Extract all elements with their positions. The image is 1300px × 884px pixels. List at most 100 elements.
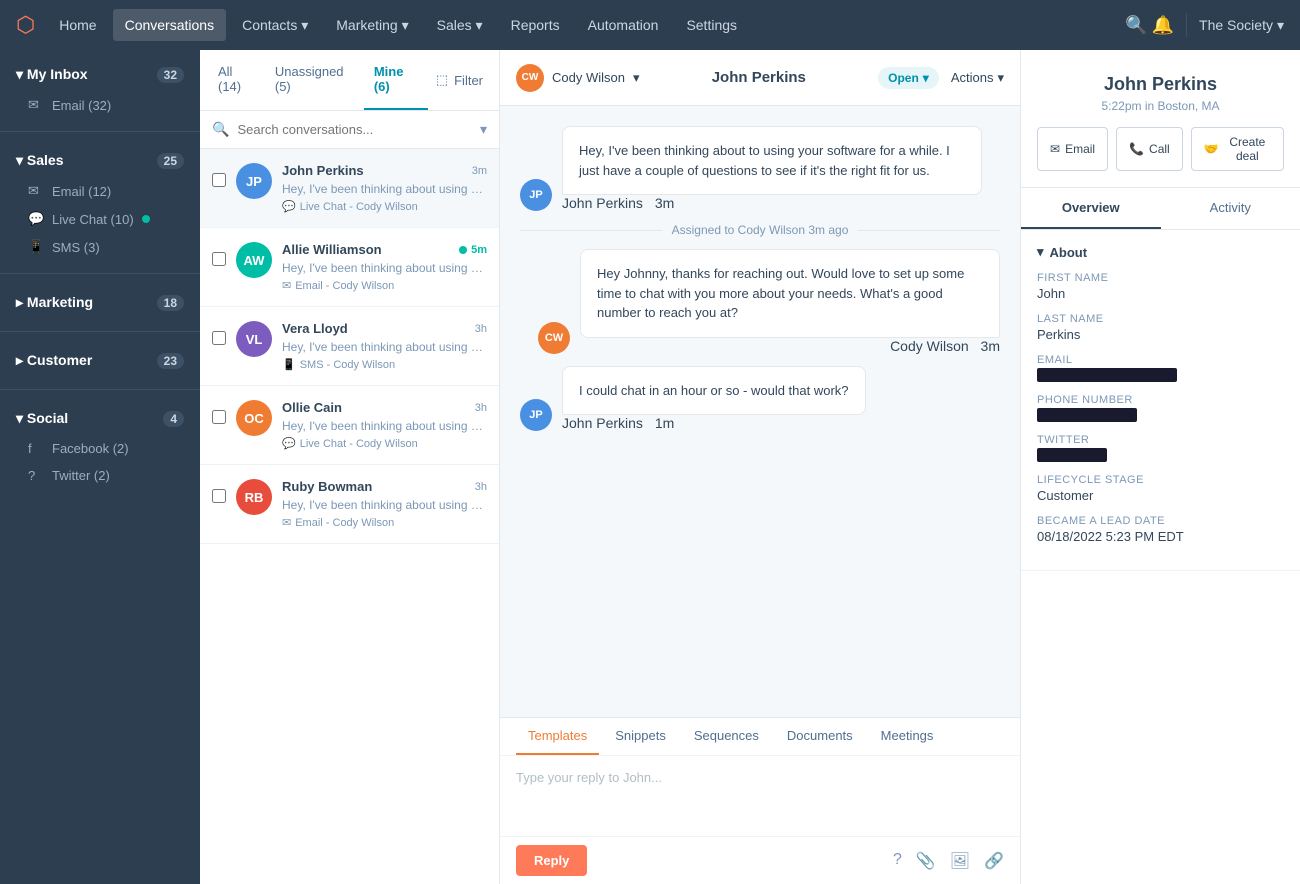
reply-tab-meetings[interactable]: Meetings xyxy=(869,718,946,755)
link-icon[interactable]: 🔗 xyxy=(984,851,1004,871)
conversation-search: 🔍 ▾ xyxy=(200,111,499,149)
list-item[interactable]: RB Ruby Bowman 3h Hey, I've been thinkin… xyxy=(200,465,499,544)
message-row: JP I could chat in an hour or so - would… xyxy=(520,366,1000,432)
assignment-notice: Assigned to Cody Wilson 3m ago xyxy=(520,223,1000,237)
about-section-title[interactable]: ▾ About xyxy=(1037,244,1284,260)
call-contact-button[interactable]: 📞 Call xyxy=(1116,127,1183,171)
chat-header: CW Cody Wilson ▾ John Perkins Open ▾ Act… xyxy=(500,50,1020,106)
sidebar-item-inbox-email[interactable]: ✉ Email (32) xyxy=(0,91,200,119)
reply-tab-sequences[interactable]: Sequences xyxy=(682,718,771,755)
actions-menu[interactable]: Actions ▾ xyxy=(951,70,1004,86)
message-meta: John Perkins 1m xyxy=(562,415,866,431)
sidebar-section-social-header[interactable]: ▾ Social 4 xyxy=(0,402,200,435)
search-icon[interactable]: 🔍 xyxy=(1125,15,1147,36)
sidebar-section-sales-header[interactable]: ▾ Sales 25 xyxy=(0,144,200,177)
avatar: CW xyxy=(538,322,570,354)
email-icon: ✉ xyxy=(1050,142,1060,156)
list-item[interactable]: VL Vera Lloyd 3h Hey, I've been thinking… xyxy=(200,307,499,386)
livechat-icon: 💬 xyxy=(28,211,44,227)
nav-sales[interactable]: Sales ▾ xyxy=(425,9,495,42)
nav-automation[interactable]: Automation xyxy=(576,9,671,41)
contact-summary: John Perkins 5:22pm in Boston, MA ✉ Emai… xyxy=(1021,50,1300,188)
reply-button[interactable]: Reply xyxy=(516,845,587,876)
search-icon: 🔍 xyxy=(212,121,229,138)
chevron-down-icon: ▾ xyxy=(923,71,929,85)
reply-tab-snippets[interactable]: Snippets xyxy=(603,718,678,755)
channel-icon: ✉ xyxy=(282,516,291,529)
about-section: ▾ About First name John Last Name Perkin… xyxy=(1021,230,1300,571)
tab-unassigned[interactable]: Unassigned (5) xyxy=(265,50,364,110)
image-icon[interactable]: 🖼 xyxy=(950,851,970,871)
sidebar-item-sales-livechat[interactable]: 💬 Live Chat (10) xyxy=(0,205,200,233)
sidebar-section-marketing-header[interactable]: ▸ Marketing 18 xyxy=(0,286,200,319)
conversation-items: JP John Perkins 3m Hey, I've been thinki… xyxy=(200,149,499,884)
sidebar-section-inbox-header[interactable]: ▾ My Inbox 32 xyxy=(0,58,200,91)
conversation-checkbox[interactable] xyxy=(212,410,226,424)
nav-settings[interactable]: Settings xyxy=(674,9,749,41)
tab-overview[interactable]: Overview xyxy=(1021,188,1161,229)
reply-tab-documents[interactable]: Documents xyxy=(775,718,865,755)
sidebar-item-twitter[interactable]: ? Twitter (2) xyxy=(0,462,200,489)
assigned-to-selector[interactable]: CW Cody Wilson ▾ xyxy=(516,64,640,92)
sidebar-section-customer-header[interactable]: ▸ Customer 23 xyxy=(0,344,200,377)
messages-area: JP Hey, I've been thinking about to usin… xyxy=(500,106,1020,717)
message-row: Hey Johnny, thanks for reaching out. Wou… xyxy=(520,249,1000,354)
list-item[interactable]: AW Allie Williamson 5m Hey, I've been th… xyxy=(200,228,499,307)
nav-marketing[interactable]: Marketing ▾ xyxy=(324,9,420,42)
conversation-checkbox[interactable] xyxy=(212,173,226,187)
contact-name: John Perkins xyxy=(1037,74,1284,95)
filter-button[interactable]: ⬚ Filter xyxy=(428,50,491,110)
channel-icon: ✉ xyxy=(282,279,291,292)
nav-conversations[interactable]: Conversations xyxy=(113,9,227,41)
avatar: OC xyxy=(236,400,272,436)
facebook-icon: f xyxy=(28,441,44,456)
divider xyxy=(0,131,200,132)
tab-activity[interactable]: Activity xyxy=(1161,188,1300,229)
tab-mine[interactable]: Mine (6) xyxy=(364,50,428,110)
email-contact-button[interactable]: ✉ Email xyxy=(1037,127,1108,171)
reply-tab-templates[interactable]: Templates xyxy=(516,718,599,755)
create-deal-button[interactable]: 🤝 Create deal xyxy=(1191,127,1284,171)
email-icon: ✉ xyxy=(28,97,44,113)
nav-contacts[interactable]: Contacts ▾ xyxy=(230,9,320,42)
field-twitter-value xyxy=(1037,448,1107,462)
sidebar-item-sales-sms[interactable]: 📱 SMS (3) xyxy=(0,233,200,261)
channel-icon: 📱 xyxy=(282,358,296,371)
tab-all[interactable]: All (14) xyxy=(208,50,265,110)
org-switcher[interactable]: The Society ▾ xyxy=(1199,17,1284,34)
reply-input-area[interactable]: Type your reply to John... xyxy=(500,756,1020,836)
reply-footer: Reply ? 📎 🖼 🔗 xyxy=(500,836,1020,884)
chevron-down-icon: ▾ xyxy=(633,70,640,86)
attachment-icon[interactable]: 📎 xyxy=(916,851,936,871)
nav-home[interactable]: Home xyxy=(47,9,108,41)
list-item[interactable]: JP John Perkins 3m Hey, I've been thinki… xyxy=(200,149,499,228)
divider xyxy=(0,331,200,332)
status-badge[interactable]: Open ▾ xyxy=(878,67,939,89)
conversation-contact-name: John Perkins xyxy=(652,69,867,86)
sidebar-item-sales-email[interactable]: ✉ Email (12) xyxy=(0,177,200,205)
field-lastname: Last Name Perkins xyxy=(1037,313,1284,342)
list-item[interactable]: OC Ollie Cain 3h Hey, I've been thinking… xyxy=(200,386,499,465)
chevron-down-icon: ▾ xyxy=(1037,244,1044,260)
divider xyxy=(0,273,200,274)
notification-icon[interactable]: 🔔 xyxy=(1152,15,1174,36)
search-dropdown-icon[interactable]: ▾ xyxy=(480,121,487,138)
status-selector[interactable]: Open ▾ xyxy=(878,67,939,89)
nav-reports[interactable]: Reports xyxy=(499,9,572,41)
field-lifecycle: Lifecycle Stage Customer xyxy=(1037,474,1284,503)
conversation-checkbox[interactable] xyxy=(212,489,226,503)
sidebar-item-facebook[interactable]: f Facebook (2) xyxy=(0,435,200,462)
field-lastname-value: Perkins xyxy=(1037,327,1284,342)
conversation-checkbox[interactable] xyxy=(212,331,226,345)
conversation-checkbox[interactable] xyxy=(212,252,226,266)
search-input[interactable] xyxy=(237,122,472,137)
question-icon[interactable]: ? xyxy=(893,851,902,871)
message-meta: John Perkins 3m xyxy=(562,195,982,211)
field-firstname-value: John xyxy=(1037,286,1284,301)
sidebar-section-marketing: ▸ Marketing 18 xyxy=(0,278,200,327)
right-panel: John Perkins 5:22pm in Boston, MA ✉ Emai… xyxy=(1020,50,1300,884)
field-twitter: Twitter xyxy=(1037,434,1284,462)
avatar: AW xyxy=(236,242,272,278)
hubspot-logo[interactable]: ⬡ xyxy=(16,12,35,38)
reply-icon-bar: ? 📎 🖼 🔗 xyxy=(893,851,1004,871)
